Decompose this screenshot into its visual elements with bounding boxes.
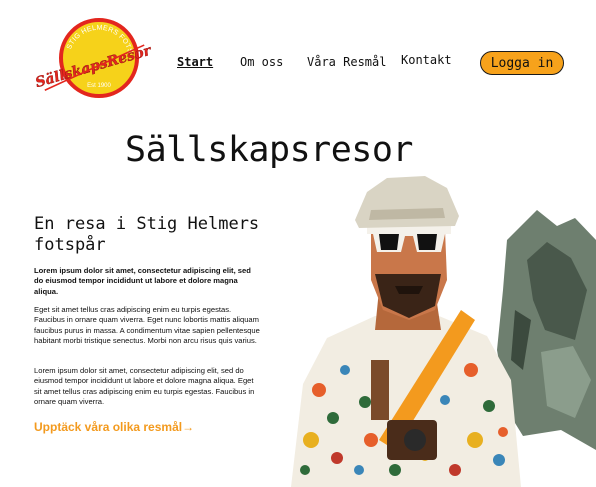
traveller-illustration bbox=[275, 170, 596, 487]
nav-link-start[interactable]: Start bbox=[177, 55, 213, 69]
hero-lead-text: Lorem ipsum dolor sit amet, consectetur … bbox=[34, 266, 251, 296]
hero-paragraph: Eget sit amet tellus cras adipiscing eni… bbox=[34, 305, 260, 345]
nav-link-vara-resmal[interactable]: Våra Resmål bbox=[307, 55, 386, 69]
nav-link-kontakt[interactable]: Kontakt bbox=[401, 53, 452, 67]
hero-paragraph: Lorem ipsum dolor sit amet, consectetur … bbox=[34, 366, 255, 406]
nav-link-om-oss[interactable]: Om oss bbox=[240, 55, 283, 69]
explore-destinations-link[interactable]: Upptäck våra olika resmål→ bbox=[34, 420, 194, 434]
hero-subtitle: En resa i Stig Helmers fotspår bbox=[34, 214, 260, 255]
login-button[interactable]: Logga in bbox=[480, 51, 564, 75]
page-title: Sällskapsresor bbox=[125, 130, 414, 170]
logo-est-text: Est 1900 bbox=[87, 83, 111, 89]
